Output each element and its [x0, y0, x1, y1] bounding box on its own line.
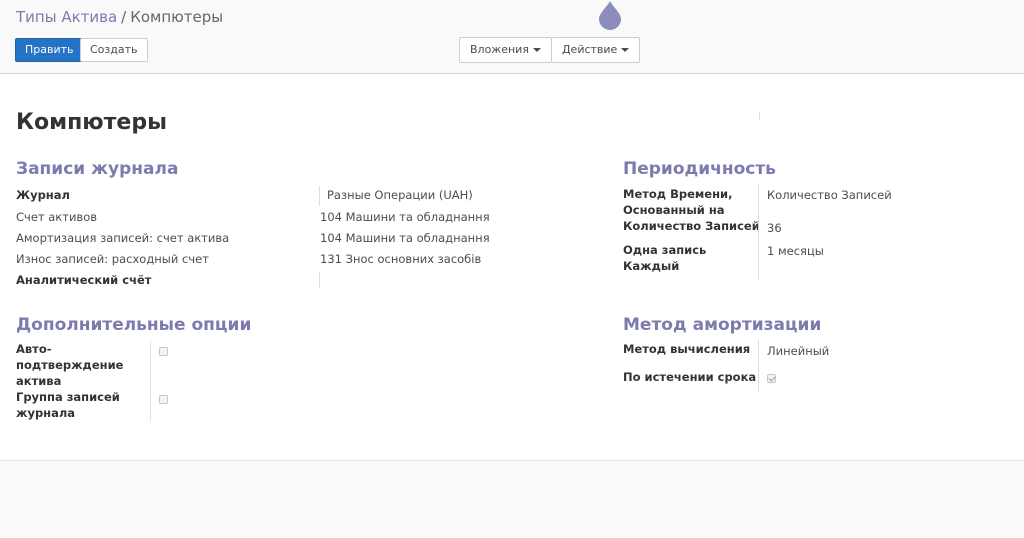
field-divider: [758, 340, 759, 392]
asset-account-value[interactable]: 104 Машини та обладнання: [320, 210, 490, 224]
depreciation-account-value[interactable]: 104 Машини та обладнання: [320, 231, 490, 245]
options-section-title: Дополнительные опции: [16, 315, 252, 335]
field-divider: [319, 272, 320, 288]
auto-confirm-label-line: Авто-: [16, 342, 52, 356]
time-method-label-line: Метод Времени,: [623, 187, 733, 201]
auto-confirm-label: Авто- подтверждение актива: [16, 341, 123, 389]
record-title: Компютеры: [16, 110, 167, 135]
prorata-checkbox[interactable]: [767, 374, 776, 383]
period-value[interactable]: 1 месяцы: [767, 244, 824, 258]
control-panel: Типы Актива / Компютеры Править Создать Вл…: [0, 0, 1024, 74]
caret-down-icon: [621, 48, 630, 52]
action-dropdown[interactable]: Действие: [551, 37, 641, 63]
attachments-label: Вложения: [470, 43, 529, 56]
attachments-dropdown[interactable]: Вложения: [459, 37, 552, 63]
caret-down-icon: [532, 48, 541, 52]
auto-confirm-label-line: актива: [16, 374, 62, 388]
depreciation-account-label: Амортизация записей: счет актива: [16, 231, 230, 245]
sidebar-dropdowns: Вложения Действие: [459, 37, 641, 63]
field-divider: [319, 186, 320, 206]
period-label-line: Каждый: [623, 259, 680, 273]
group-entries-label: Группа записей журнала: [16, 389, 120, 421]
group-entries-label-line: Группа записей: [16, 390, 120, 404]
auto-confirm-label-line: подтверждение: [16, 358, 124, 372]
computation-method-value[interactable]: Линейный: [767, 344, 829, 358]
computation-method-label: Метод вычисления: [623, 342, 751, 356]
periodicity-section-title: Периодичность: [623, 159, 776, 179]
expense-account-label: Износ записей: расходный счет: [16, 252, 209, 266]
period-label-line: Одна запись: [623, 243, 707, 257]
journal-label: Журнал: [16, 188, 70, 202]
time-method-value[interactable]: Количество Записей: [767, 188, 892, 202]
breadcrumb: Типы Актива / Компютеры: [16, 8, 223, 26]
asset-account-label: Счет активов: [16, 210, 98, 224]
breadcrumb-separator: /: [121, 8, 127, 26]
entries-count-value[interactable]: 36: [767, 221, 782, 235]
time-method-label: Метод Времени, Основанный на Количество …: [623, 186, 760, 234]
create-button[interactable]: Создать: [80, 38, 148, 62]
breadcrumb-parent-link[interactable]: Типы Актива: [16, 8, 117, 26]
auto-confirm-checkbox[interactable]: [159, 347, 168, 356]
form-sheet: Компютеры Записи журнала Журнал Разные О…: [0, 74, 1024, 461]
breadcrumb-current: Компютеры: [130, 8, 224, 26]
group-entries-label-line: журнала: [16, 406, 76, 420]
drop-icon: [599, 1, 621, 30]
journal-value[interactable]: Разные Операции (UAH): [327, 188, 473, 202]
prorata-label: По истечении срока: [623, 370, 757, 384]
time-method-label-line: Количество Записей: [623, 219, 760, 233]
field-divider: [150, 341, 151, 421]
period-label: Одна запись Каждый: [623, 242, 706, 274]
expense-account-value[interactable]: 131 Знос основних засобів: [320, 252, 481, 266]
analytic-account-label: Аналитический счёт: [16, 273, 152, 287]
depreciation-section-title: Метод амортизации: [623, 315, 822, 335]
journal-section-title: Записи журнала: [16, 159, 179, 179]
field-divider: [758, 184, 759, 280]
edit-button[interactable]: Править: [15, 38, 84, 62]
title-divider: [759, 112, 760, 120]
time-method-label-line: Основанный на: [623, 203, 725, 217]
group-entries-checkbox[interactable]: [159, 395, 168, 404]
action-label: Действие: [561, 43, 618, 56]
